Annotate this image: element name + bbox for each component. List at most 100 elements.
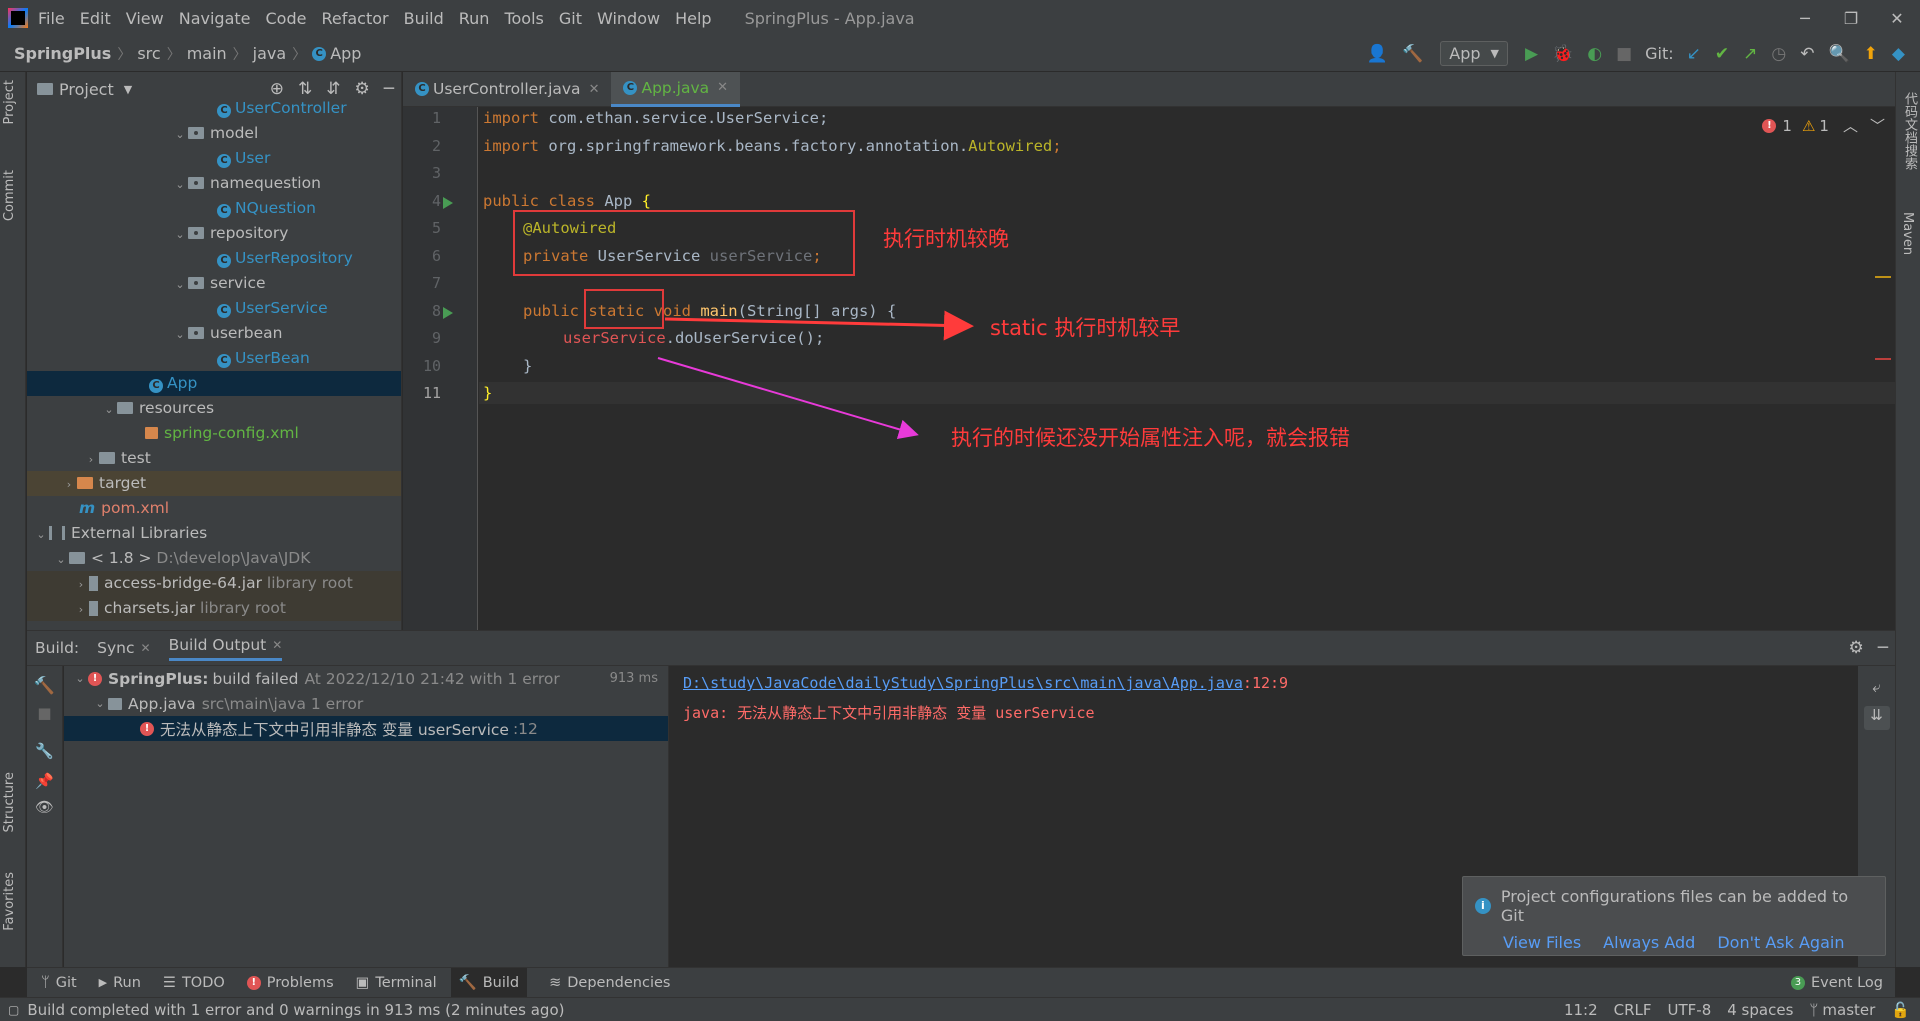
tree-item-namequestion[interactable]: ⌄ namequestion [27,171,401,196]
stop-icon[interactable]: ■ [27,704,62,722]
user-icon[interactable]: 👤 [1367,44,1388,64]
tool-problems[interactable]: ! Problems [246,968,334,998]
view-files-link[interactable]: View Files [1503,933,1581,952]
indent-setting[interactable]: 4 spaces [1727,1001,1793,1019]
tree-item-usercontroller[interactable]: C UserController [27,96,401,121]
soft-wrap-icon[interactable]: ⤶ [1858,678,1895,696]
menu-build[interactable]: Build [404,9,444,28]
tree-item-service[interactable]: ⌄ service [27,271,401,296]
build-root-row[interactable]: ⌄! SpringPlus: build failed At 2022/12/1… [64,666,668,691]
close-icon[interactable]: ✕ [1874,9,1920,28]
menu-edit[interactable]: Edit [80,9,111,28]
jetbrains-icon[interactable]: ◆ [1892,44,1905,64]
rebuild-icon[interactable]: 🔨 [27,676,62,696]
search-icon[interactable]: 🔍 [1829,44,1850,64]
menu-code[interactable]: Code [266,9,307,28]
run-icon[interactable]: ▶ [1525,44,1538,64]
tree-item-charsets[interactable]: › charsets.jar library root [27,596,401,621]
rollback-icon[interactable]: ↶ [1800,44,1814,64]
tab-build-output[interactable]: Build Output ✕ [168,636,283,661]
tool-run[interactable]: ▶ Run [99,968,141,998]
tab-app[interactable]: C App.java ✕ [611,71,741,107]
build-file-row[interactable]: ⌄ App.java src\main\java 1 error [64,691,668,716]
git-branch[interactable]: ᛘ master [1809,1001,1875,1019]
coverage-icon[interactable]: ◐ [1587,44,1602,64]
always-add-link[interactable]: Always Add [1603,933,1695,952]
gear-icon[interactable]: ⚙ [1849,638,1864,658]
tool-build[interactable]: 🔨 Build [450,967,528,998]
build-error-row[interactable]: ! 无法从静态上下文中引用非静态 变量 userService :12 [64,716,668,741]
menu-git[interactable]: Git [559,9,582,28]
tree-item-access-bridge[interactable]: › access-bridge-64.jar library root [27,571,401,596]
restore-icon[interactable]: ❐ [1828,9,1874,28]
update-icon[interactable]: ⬆ [1864,44,1878,64]
menu-run[interactable]: Run [459,9,490,28]
code-editor[interactable]: 1 2 3 4 5 6 7 8 9 10 11 import com.ethan… [403,107,1895,630]
tree-item-nquestion[interactable]: C NQuestion [27,196,401,221]
tool-event-log[interactable]: 3 Event Log [1790,968,1883,998]
menu-file[interactable]: File [38,9,65,28]
crumb-app[interactable]: App [330,44,361,63]
dont-ask-again-link[interactable]: Don't Ask Again [1717,933,1844,952]
close-tab-icon[interactable]: ✕ [717,80,728,95]
tree-item-spring-config[interactable]: spring-config.xml [27,421,401,446]
eye-icon[interactable]: 👁 [27,798,62,816]
debug-icon[interactable]: 🐞 [1552,44,1573,64]
tool-todo[interactable]: ☰ TODO [163,968,225,998]
tree-item-model[interactable]: ⌄ model [27,121,401,146]
crumb-src[interactable]: src [137,44,160,63]
pin-icon[interactable]: 📌 [27,772,62,790]
stripe-doc-search[interactable]: 代码文档搜索 [1900,92,1919,170]
chevron-down-icon[interactable]: ▼ [124,83,132,96]
tree-item-resources[interactable]: ⌄ resources [27,396,401,421]
lock-icon[interactable]: 🔓 [1891,1001,1910,1019]
tree-item-repository[interactable]: ⌄ repository [27,221,401,246]
crumb-main[interactable]: main [187,44,227,63]
tree-item-jdk[interactable]: ⌄ < 1.8 > D:\develop\Java\JDK [27,546,401,571]
minimize-icon[interactable]: ─ [1782,9,1828,28]
tab-sync[interactable]: Sync ✕ [97,639,150,657]
build-hammer-icon[interactable]: 🔨 [1402,44,1423,64]
stop-icon[interactable]: ■ [1616,44,1632,64]
run-config-select[interactable]: App ▼ [1440,41,1508,66]
tree-item-target[interactable]: › target [27,471,401,496]
stripe-commit[interactable]: Commit [2,170,17,221]
tree-item-external-libraries[interactable]: ⌄ External Libraries [27,521,401,546]
close-tab-icon[interactable]: ✕ [589,82,600,97]
hide-icon[interactable]: ─ [1878,638,1888,658]
tree-item-userrepository[interactable]: C UserRepository [27,246,401,271]
tree-item-userbean[interactable]: ⌄ userbean [27,321,401,346]
tree-item-userbean-class[interactable]: C UserBean [27,346,401,371]
stripe-structure[interactable]: Structure [2,772,17,832]
menu-help[interactable]: Help [675,9,711,28]
menu-navigate[interactable]: Navigate [179,9,251,28]
tool-dependencies[interactable]: ≋ Dependencies [549,968,670,998]
history-icon[interactable]: ◷ [1771,44,1786,64]
crumb-project[interactable]: SpringPlus [14,44,111,63]
tree-item-user[interactable]: C User [27,146,401,171]
tool-terminal[interactable]: ▣ Terminal [356,968,437,998]
line-separator[interactable]: CRLF [1614,1001,1652,1019]
tree-item-app[interactable]: C App [27,371,401,396]
menu-window[interactable]: Window [597,9,660,28]
tool-git[interactable]: ᛘ Git [41,968,77,998]
wrench-icon[interactable]: 🔧 [27,742,62,760]
tab-usercontroller[interactable]: C UserController.java ✕ [403,72,611,107]
tree-item-test[interactable]: › test [27,446,401,471]
crumb-java[interactable]: java [253,44,287,63]
menu-tools[interactable]: Tools [504,9,543,28]
stripe-project[interactable]: Project [2,80,17,124]
menu-view[interactable]: View [126,9,164,28]
build-output-link[interactable]: D:\study\JavaCode\dailyStudy\SpringPlus\… [683,674,1243,692]
git-update-icon[interactable]: ↙ [1687,44,1701,64]
git-push-icon[interactable]: ↗ [1743,44,1757,64]
stripe-maven[interactable]: Maven [1900,212,1915,255]
toggle-tool-window-icon[interactable]: ▢ [8,1003,19,1017]
file-encoding[interactable]: UTF-8 [1668,1001,1712,1019]
tree-item-userservice[interactable]: C UserService [27,296,401,321]
git-commit-icon[interactable]: ✔ [1715,44,1729,64]
scroll-to-end-icon[interactable]: ⇊ [1863,706,1890,730]
tree-item-pom[interactable]: m pom.xml [27,496,401,521]
menu-refactor[interactable]: Refactor [321,9,388,28]
caret-position[interactable]: 11:2 [1564,1001,1598,1019]
